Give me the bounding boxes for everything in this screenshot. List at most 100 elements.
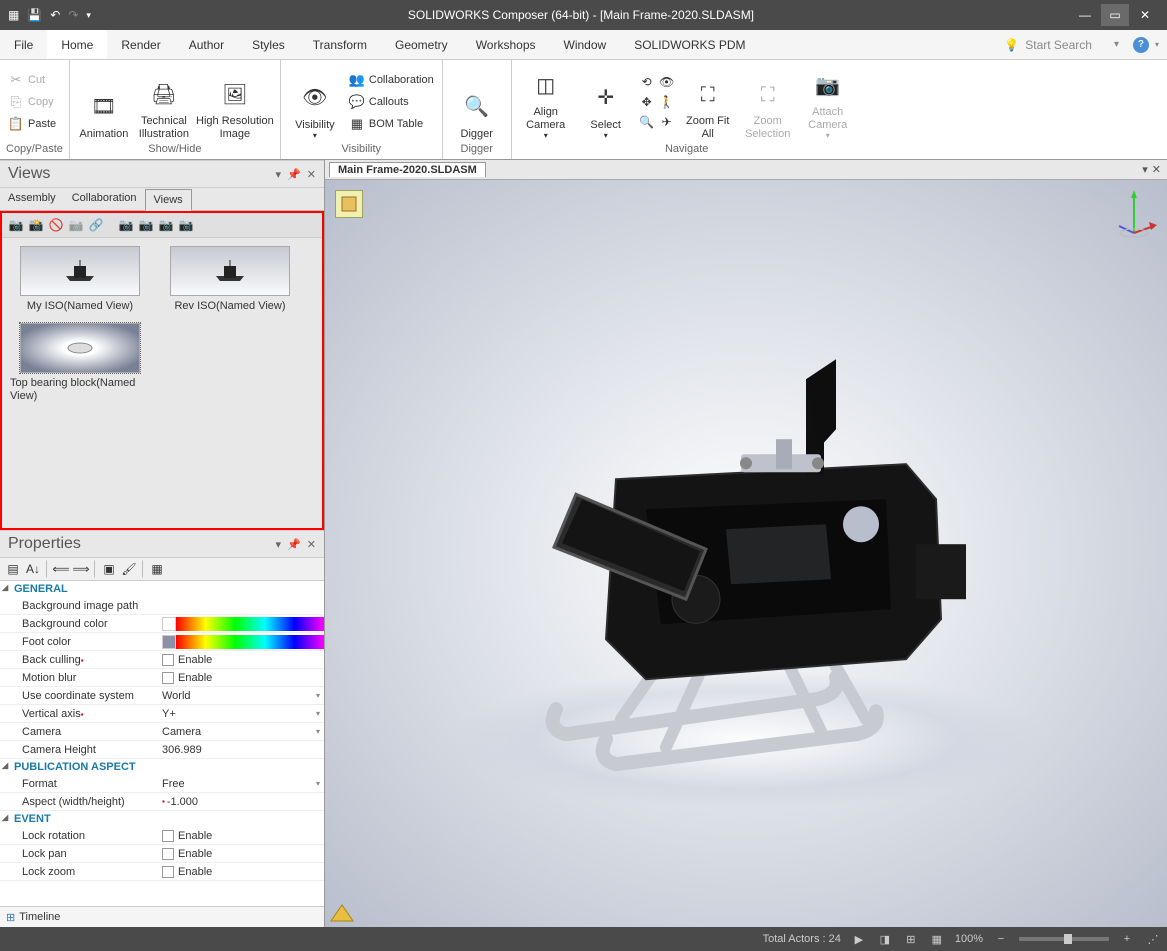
rotate-icon[interactable]: ⟲: [638, 73, 656, 91]
cut-button[interactable]: ✂Cut: [6, 69, 58, 91]
section-publication[interactable]: PUBLICATION ASPECT: [0, 759, 324, 775]
view-item-topbearing[interactable]: Top bearing block(Named View): [10, 323, 150, 403]
section-event[interactable]: EVENT: [0, 811, 324, 827]
tab-views[interactable]: Views: [145, 189, 192, 211]
view-item-reviso[interactable]: Rev ISO(Named View): [160, 246, 300, 313]
technical-illustration-button[interactable]: 🖨Technical Illustration: [136, 63, 192, 141]
value-lock-rotation[interactable]: Enable: [162, 827, 324, 844]
capture-icon[interactable]: 📸: [28, 217, 44, 233]
value-lock-zoom[interactable]: Enable: [162, 863, 324, 880]
cursor-mode-icon[interactable]: ▶: [851, 931, 867, 947]
fly-icon[interactable]: ✈: [658, 113, 676, 131]
timeline-bar[interactable]: ⊞ Timeline: [0, 906, 324, 927]
view-item-myiso[interactable]: My ISO(Named View): [10, 246, 150, 313]
viewport-dropdown-icon[interactable]: ▾: [1142, 163, 1148, 176]
menu-workshops[interactable]: Workshops: [462, 30, 550, 59]
bulb-icon[interactable]: 💡: [1004, 38, 1019, 52]
value-format[interactable]: Free: [162, 775, 324, 792]
props-pin-icon[interactable]: 📌: [287, 538, 301, 551]
value-foot-color[interactable]: [162, 633, 324, 650]
zoom-out-icon[interactable]: −: [993, 931, 1009, 947]
visibility-button[interactable]: 👁Visibility▾: [287, 63, 343, 141]
zoom-slider[interactable]: [1019, 937, 1109, 941]
viewport-tab-main[interactable]: Main Frame-2020.SLDASM: [329, 162, 486, 177]
cam2-icon[interactable]: 📷: [138, 217, 154, 233]
walk-icon[interactable]: 🚶: [658, 93, 676, 111]
value-camera-height[interactable]: 306.989: [162, 741, 324, 758]
look-icon[interactable]: 👁: [658, 73, 676, 91]
collaboration-button[interactable]: 👥Collaboration: [347, 69, 436, 91]
zoom-selection-button[interactable]: ⛶Zoom Selection: [740, 63, 796, 141]
props-close-icon[interactable]: ✕: [307, 538, 316, 551]
maximize-button[interactable]: ▭: [1101, 4, 1129, 26]
categorize-icon[interactable]: ▤: [4, 560, 22, 578]
section-general[interactable]: GENERAL: [0, 581, 324, 597]
checkbox-lock-pan[interactable]: [162, 848, 174, 860]
value-vertical-axis[interactable]: Y+: [162, 705, 324, 722]
cam1-icon[interactable]: 📷: [118, 217, 134, 233]
brush-icon[interactable]: 🖌: [120, 560, 138, 578]
tab-assembly[interactable]: Assembly: [0, 188, 64, 210]
value-lock-pan[interactable]: Enable: [162, 845, 324, 862]
zoom-in-icon[interactable]: +: [1119, 931, 1135, 947]
checkbox-back-culling[interactable]: [162, 654, 174, 666]
grid-mode-icon[interactable]: ⊞: [903, 931, 919, 947]
align-camera-button[interactable]: ◫Align Camera▾: [518, 63, 574, 141]
menu-file[interactable]: File: [0, 30, 47, 59]
delete-view-icon[interactable]: 🚫: [48, 217, 64, 233]
help-icon[interactable]: ?: [1133, 37, 1149, 53]
value-camera[interactable]: Camera: [162, 723, 324, 740]
zoom-icon[interactable]: 🔍: [638, 113, 656, 131]
save-icon[interactable]: 💾: [27, 8, 42, 22]
next-icon[interactable]: ⟹: [72, 560, 90, 578]
select-button[interactable]: ✛Select▾: [578, 63, 634, 141]
neutral-icon[interactable]: ▦: [148, 560, 166, 578]
digger-button[interactable]: 🔍Digger: [449, 63, 505, 141]
props-dropdown-icon[interactable]: ▾: [276, 538, 282, 551]
menu-render[interactable]: Render: [107, 30, 174, 59]
value-motion-blur[interactable]: Enable: [162, 669, 324, 686]
viewport-close-icon[interactable]: ✕: [1152, 163, 1161, 176]
pin-icon[interactable]: 📌: [287, 168, 301, 181]
layout-icon[interactable]: ▦: [929, 931, 945, 947]
link-icon[interactable]: 🔗: [88, 217, 104, 233]
cam3-icon[interactable]: 📷: [158, 217, 174, 233]
value-bg-color[interactable]: [162, 615, 324, 632]
redo-icon[interactable]: ↷: [68, 8, 78, 22]
search-placeholder[interactable]: Start Search: [1025, 38, 1092, 52]
checkbox-motion-blur[interactable]: [162, 672, 174, 684]
sort-icon[interactable]: A↓: [24, 560, 42, 578]
viewport-3d[interactable]: [325, 180, 1167, 927]
value-coord-system[interactable]: World: [162, 687, 324, 704]
pan-icon[interactable]: ✥: [638, 93, 656, 111]
paste-button[interactable]: 📋Paste: [6, 113, 58, 135]
value-back-culling[interactable]: Enable: [162, 651, 324, 668]
menu-home[interactable]: Home: [47, 30, 107, 59]
minimize-ribbon-icon[interactable]: ▾: [1114, 39, 1119, 50]
bom-table-button[interactable]: ▦BOM Table: [347, 113, 436, 135]
help-dropdown-icon[interactable]: ▾: [1155, 40, 1159, 49]
disabled-icon-1[interactable]: 📷: [68, 217, 84, 233]
menu-geometry[interactable]: Geometry: [381, 30, 462, 59]
close-panel-icon[interactable]: ✕: [307, 168, 316, 181]
value-bg-image[interactable]: [162, 597, 324, 614]
undo-icon[interactable]: ↶: [50, 8, 60, 22]
prev-icon[interactable]: ⟸: [52, 560, 70, 578]
high-resolution-button[interactable]: 🖼High Resolution Image: [196, 63, 274, 141]
menu-transform[interactable]: Transform: [299, 30, 381, 59]
checkbox-lock-rotation[interactable]: [162, 830, 174, 842]
highlight-icon[interactable]: ▣: [100, 560, 118, 578]
close-button[interactable]: ✕: [1131, 4, 1159, 26]
cam4-icon[interactable]: 📷: [178, 217, 194, 233]
tab-collaboration[interactable]: Collaboration: [64, 188, 145, 210]
animation-button[interactable]: 🎞Animation: [76, 63, 132, 141]
menu-window[interactable]: Window: [550, 30, 621, 59]
new-view-icon[interactable]: 📷: [8, 217, 24, 233]
value-aspect[interactable]: ▪-1.000: [162, 793, 324, 810]
callouts-button[interactable]: 💬Callouts: [347, 91, 436, 113]
checkbox-lock-zoom[interactable]: [162, 866, 174, 878]
dropdown-icon[interactable]: ▾: [276, 168, 282, 181]
menu-styles[interactable]: Styles: [238, 30, 299, 59]
attach-camera-button[interactable]: 📷Attach Camera▾: [800, 63, 856, 141]
menu-author[interactable]: Author: [175, 30, 238, 59]
